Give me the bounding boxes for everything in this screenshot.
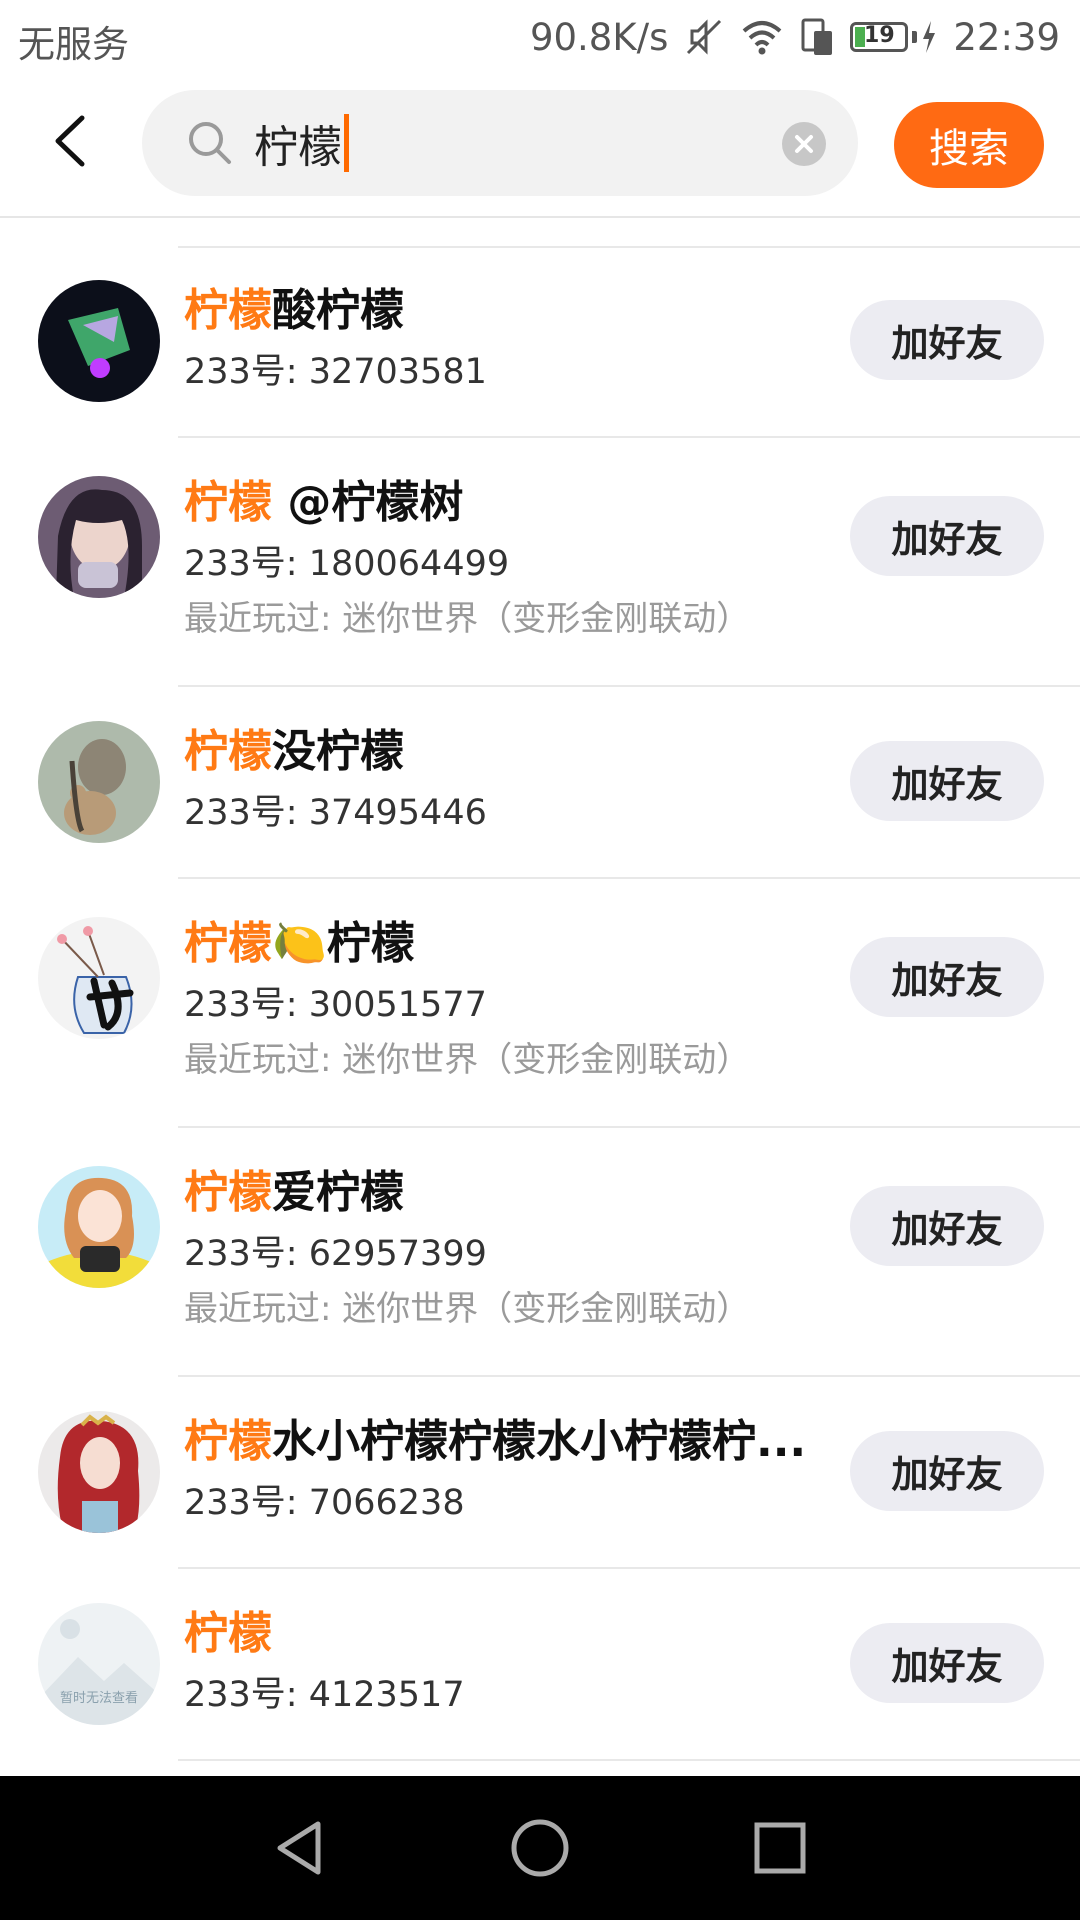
result-text: 柠檬 233号: 4123517: [184, 1605, 824, 1719]
user-id: 233号: 7066238: [184, 1483, 465, 1523]
avatar-girl-photo[interactable]: [38, 476, 160, 598]
nickname-rest: 没柠檬: [272, 726, 404, 777]
result-text: 柠檬酸柠檬 233号: 32703581: [184, 282, 824, 396]
nickname-highlight: 柠檬: [184, 726, 272, 777]
search-query: 柠檬: [254, 122, 342, 173]
recent-played: 最近玩过: 迷你世界（变形金刚联动）: [184, 599, 751, 639]
search-input[interactable]: 柠檬: [254, 112, 349, 174]
avatar-red-hair-princess[interactable]: [38, 1411, 160, 1533]
nickname-highlight: 柠檬: [184, 918, 272, 969]
clear-icon[interactable]: [782, 122, 826, 166]
nav-recents-icon[interactable]: [750, 1818, 810, 1878]
status-bar: 无服务 90.8K/s 19 22:39: [0, 0, 1080, 78]
nickname-highlight: 柠檬: [184, 477, 272, 528]
user-id: 233号: 4123517: [184, 1675, 465, 1715]
result-text: 柠檬爱柠檬 233号: 62957399 最近玩过: 迷你世界（变形金刚联动）: [184, 1164, 824, 1332]
result-row[interactable]: 柠檬没柠檬 233号: 37495446 加好友: [38, 687, 1080, 879]
battery-icon: 19: [850, 22, 909, 52]
nickname-rest: 水小柠檬柠檬水小柠檬柠...: [272, 1416, 807, 1467]
nav-back-icon[interactable]: [270, 1818, 330, 1878]
result-row[interactable]: 柠檬水小柠檬柠檬水小柠檬柠... 233号: 7066238 加好友: [38, 1377, 1080, 1569]
avatar-anime-girl[interactable]: [38, 1166, 160, 1288]
user-id: 233号: 32703581: [184, 352, 487, 392]
nickname-rest: 酸柠檬: [272, 285, 404, 336]
nickname-highlight: 柠檬: [184, 1608, 272, 1659]
result-row[interactable]: 柠檬🍋柠檬 233号: 30051577 最近玩过: 迷你世界（变形金刚联动） 加好友: [38, 879, 1080, 1128]
nickname-highlight: 柠檬: [184, 1167, 272, 1218]
result-row[interactable]: 柠檬爱柠檬 233号: 62957399 最近玩过: 迷你世界（变形金刚联动） 加好友: [38, 1128, 1080, 1377]
battery-cap: [912, 31, 918, 43]
clock: 22:39: [953, 15, 1060, 59]
sim-icon: [801, 18, 833, 55]
nickname: 柠檬水小柠檬柠檬水小柠檬柠...: [184, 1413, 824, 1471]
search-box[interactable]: 柠檬: [142, 90, 858, 196]
nickname: 柠檬没柠檬: [184, 723, 824, 781]
result-text: 柠檬 @柠檬树 233号: 180064499 最近玩过: 迷你世界（变形金刚联动）: [184, 474, 824, 642]
net-speed: 90.8K/s: [529, 15, 669, 59]
nav-home-icon[interactable]: [510, 1818, 570, 1878]
status-icons: 90.8K/s 19 22:39: [530, 12, 1060, 62]
search-result-list: 柠檬酸柠檬 233号: 32703581 加好友 柠檬 @柠檬树 233号: 18006…: [0, 246, 1080, 1761]
nickname: 柠檬: [184, 1605, 824, 1663]
nickname-highlight: 柠檬: [184, 1416, 272, 1467]
battery-level: 19: [864, 23, 895, 48]
lemon-emoji: 🍋: [272, 918, 327, 969]
nickname: 柠檬 @柠檬树: [184, 474, 824, 532]
avatar-vase-calligraphy[interactable]: [38, 917, 160, 1039]
nickname-rest: @柠檬树: [272, 477, 464, 528]
add-friend-button[interactable]: 加好友: [850, 1186, 1044, 1266]
carrier-text: 无服务: [18, 23, 129, 66]
avatar-dark-glow[interactable]: [38, 280, 160, 402]
nickname: 柠檬酸柠檬: [184, 282, 824, 340]
result-text: 柠檬🍋柠檬 233号: 30051577 最近玩过: 迷你世界（变形金刚联动）: [184, 915, 824, 1083]
battery-indicator: 19: [850, 21, 937, 53]
mute-icon: [687, 19, 722, 55]
nickname: 柠檬爱柠檬: [184, 1164, 824, 1222]
add-friend-button[interactable]: 加好友: [850, 300, 1044, 380]
add-friend-button[interactable]: 加好友: [850, 1623, 1044, 1703]
result-text: 柠檬水小柠檬柠檬水小柠檬柠... 233号: 7066238: [184, 1413, 824, 1527]
search-button[interactable]: 搜索: [894, 102, 1044, 188]
result-text: 柠檬没柠檬 233号: 37495446: [184, 723, 824, 837]
add-friend-button[interactable]: 加好友: [850, 1431, 1044, 1511]
result-row[interactable]: 柠檬 @柠檬树 233号: 180064499 最近玩过: 迷你世界（变形金刚联动）…: [38, 438, 1080, 687]
text-caret: [344, 114, 349, 172]
user-id: 233号: 62957399: [184, 1234, 487, 1274]
nickname-rest: 爱柠檬: [272, 1167, 404, 1218]
navigation-bar: [0, 1776, 1080, 1920]
add-friend-button[interactable]: 加好友: [850, 496, 1044, 576]
recent-played: 最近玩过: 迷你世界（变形金刚联动）: [184, 1289, 751, 1329]
wifi-icon: [743, 21, 782, 55]
back-icon[interactable]: [40, 108, 106, 174]
add-friend-button[interactable]: 加好友: [850, 937, 1044, 1017]
add-friend-button[interactable]: 加好友: [850, 741, 1044, 821]
avatar-placeholder[interactable]: 暂时无法查看: [38, 1603, 160, 1725]
search-icon: [189, 122, 231, 164]
search-header: 柠檬 搜索: [0, 78, 1080, 218]
result-row[interactable]: 柠檬酸柠檬 233号: 32703581 加好友: [38, 246, 1080, 438]
nickname-highlight: 柠檬: [184, 285, 272, 336]
nickname: 柠檬🍋柠檬: [184, 915, 824, 973]
user-id: 233号: 180064499: [184, 544, 510, 584]
user-id: 233号: 37495446: [184, 793, 487, 833]
avatar-caption: 暂时无法查看: [59, 1691, 138, 1706]
charging-icon: [923, 21, 936, 53]
nickname-rest: 柠檬: [326, 918, 415, 969]
result-row[interactable]: 暂时无法查看 柠檬 233号: 4123517 加好友: [38, 1569, 1080, 1761]
recent-played: 最近玩过: 迷你世界（变形金刚联动）: [184, 1040, 751, 1080]
avatar-girl-teddy[interactable]: [38, 721, 160, 843]
user-id: 233号: 30051577: [184, 985, 487, 1025]
